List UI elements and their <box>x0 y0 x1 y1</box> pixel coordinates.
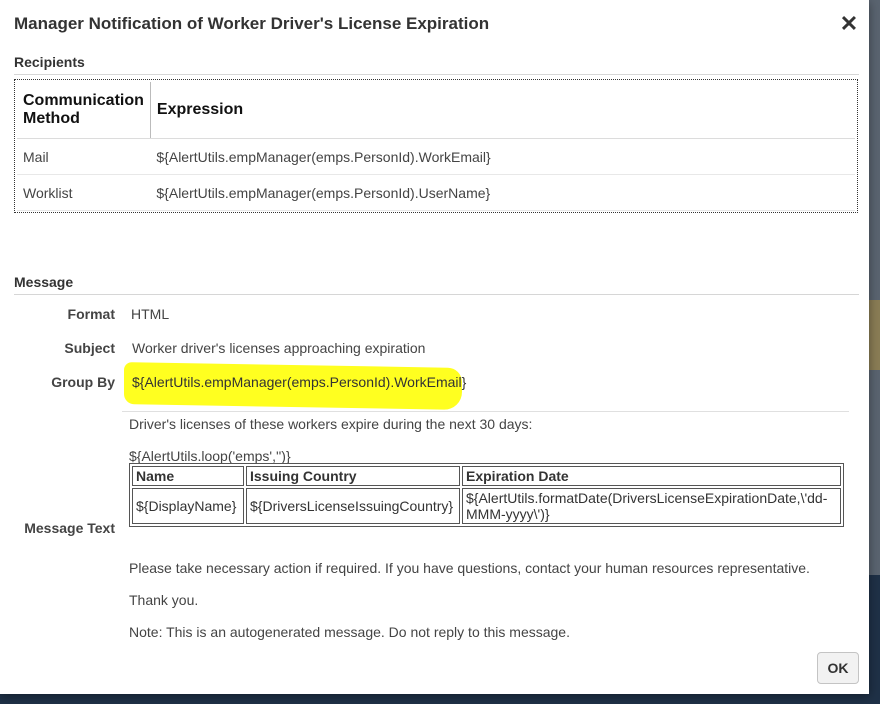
message-action: Please take necessary action if required… <box>129 560 810 576</box>
format-value: HTML <box>131 306 170 322</box>
recipients-table: Communication Method Expression Mail ${A… <box>17 82 855 211</box>
recipients-section-title: Recipients <box>14 54 859 75</box>
inner-cell-country: ${DriversLicenseIssuingCountry} <box>246 488 460 524</box>
close-icon[interactable]: ✕ <box>839 13 859 35</box>
recipients-table-box: Communication Method Expression Mail ${A… <box>14 79 858 213</box>
column-header-method: Communication Method <box>17 82 151 139</box>
ok-button[interactable]: OK <box>817 652 859 684</box>
page-backdrop-strip <box>869 300 880 370</box>
recipient-expression: ${AlertUtils.empManager(emps.PersonId).W… <box>150 138 855 175</box>
message-loop: ${AlertUtils.loop('emps','')} <box>129 448 291 464</box>
message-intro: Driver's licenses of these workers expir… <box>129 416 533 432</box>
recipient-expression: ${AlertUtils.empManager(emps.PersonId).U… <box>150 174 855 211</box>
recipients-header-row: Communication Method Expression <box>17 82 855 139</box>
message-note: Note: This is an autogenerated message. … <box>129 624 570 640</box>
inner-table-header-row: Name Issuing Country Expiration Date <box>132 466 841 486</box>
inner-header-name: Name <box>132 466 244 486</box>
table-row: ${DisplayName} ${DriversLicenseIssuingCo… <box>132 488 841 524</box>
subject-label: Subject <box>64 340 115 356</box>
inner-header-expiration: Expiration Date <box>462 466 841 486</box>
group-by-value: ${AlertUtils.empManager(emps.PersonId).W… <box>132 374 467 390</box>
table-row[interactable]: Worklist ${AlertUtils.empManager(emps.Pe… <box>17 174 855 211</box>
message-section-title: Message <box>14 274 859 295</box>
inner-cell-expiration: ${AlertUtils.formatDate(DriversLicenseEx… <box>462 488 841 524</box>
inner-cell-name: ${DisplayName} <box>132 488 244 524</box>
group-by-label: Group By <box>51 374 115 390</box>
dialog-title: Manager Notification of Worker Driver's … <box>14 14 490 33</box>
recipient-method: Mail <box>17 138 151 175</box>
message-divider <box>122 411 849 412</box>
format-label: Format <box>67 306 115 322</box>
message-text-label: Message Text <box>24 520 115 536</box>
table-row[interactable]: Mail ${AlertUtils.empManager(emps.Person… <box>17 138 855 175</box>
message-thanks: Thank you. <box>129 592 199 608</box>
recipient-method: Worklist <box>17 174 151 211</box>
message-inner-table: Name Issuing Country Expiration Date ${D… <box>129 463 844 527</box>
subject-value: Worker driver's licenses approaching exp… <box>132 340 426 356</box>
notification-dialog: Manager Notification of Worker Driver's … <box>0 0 869 694</box>
column-header-expression: Expression <box>150 82 855 139</box>
inner-header-country: Issuing Country <box>246 466 460 486</box>
